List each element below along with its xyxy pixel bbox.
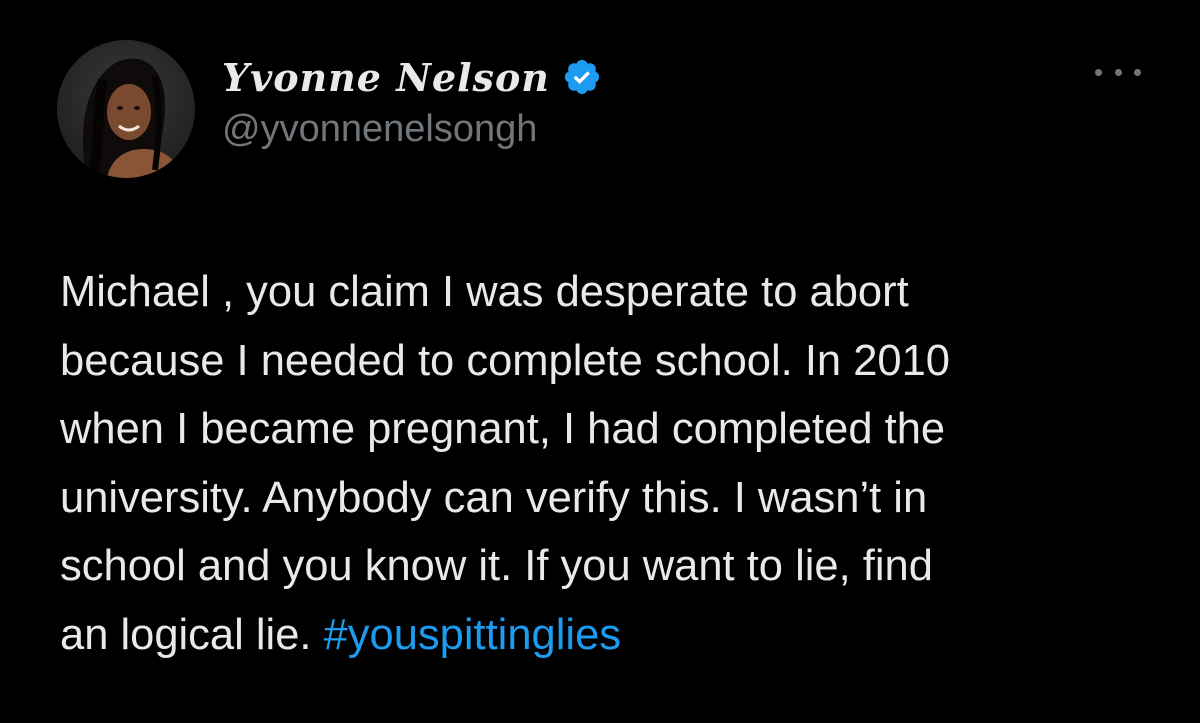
tweet-line: because I needed to complete school. In … — [60, 336, 950, 385]
more-options-icon[interactable] — [1095, 62, 1141, 82]
tweet-line-last: an logical lie. #youspittinglies — [60, 601, 1160, 670]
more-dot — [1134, 68, 1141, 76]
more-dot — [1095, 68, 1102, 76]
tweet-line: when I became pregnant, I had completed … — [60, 405, 946, 453]
tweet-line: university. Anybody can verify this. I w… — [60, 473, 928, 522]
author-name-row: Yvonne Nelson — [222, 52, 602, 102]
hashtag-link[interactable]: #youspittinglies — [324, 611, 621, 659]
avatar-image — [57, 40, 195, 178]
more-dot — [1114, 68, 1122, 76]
tweet-line: school and you know it. If you want to l… — [60, 542, 933, 590]
tweet-card: Yvonne Nelson @yvonnenelsongh Michael , … — [0, 0, 1200, 723]
author-display-name[interactable]: Yvonne Nelson — [222, 55, 550, 100]
tweet-line-text: an logical lie. — [60, 610, 312, 659]
avatar[interactable] — [57, 40, 195, 178]
tweet-line: Michael , you claim I was desperate to a… — [60, 268, 909, 316]
tweet-text: Michael , you claim I was desperate to a… — [60, 258, 1160, 669]
author-handle[interactable]: @yvonnenelsongh — [222, 108, 537, 151]
verified-badge-icon — [564, 59, 600, 95]
